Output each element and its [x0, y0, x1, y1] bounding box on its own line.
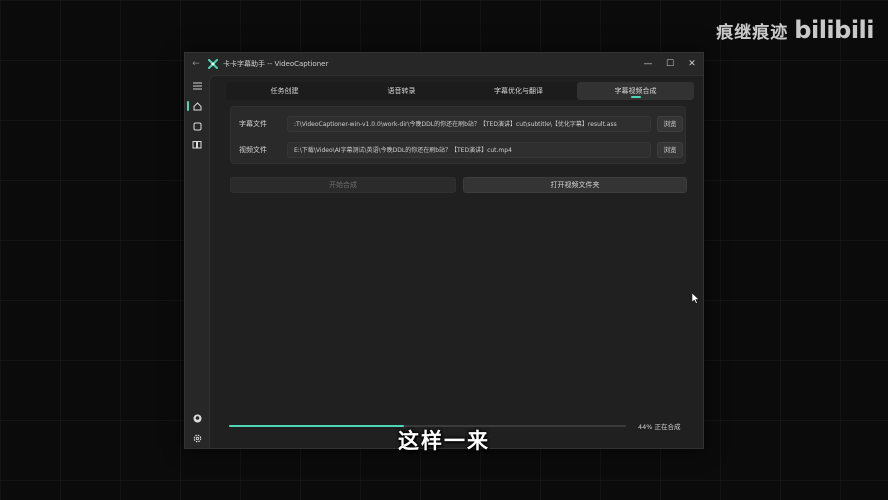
- tab-bar: 任务创建 语音转录 字幕优化与翻译 字幕视频合成: [226, 82, 694, 100]
- tab-transcription[interactable]: 语音转录: [343, 82, 460, 100]
- tab-video-synthesis[interactable]: 字幕视频合成: [577, 82, 694, 100]
- title-bar: ← 卡卡字幕助手 -- VideoCaptioner — ☐ ✕: [185, 53, 703, 75]
- app-window: ← 卡卡字幕助手 -- VideoCaptioner — ☐ ✕ 任务创建 语音…: [184, 52, 704, 449]
- subtitle-file-input[interactable]: :T\VideoCaptioner-win-v1.0.0\work-dir\今晚…: [287, 116, 651, 132]
- video-file-input[interactable]: E:\下载\Video\AI字幕测试\英语\今晚DDL的你还在刷b站？【TED演…: [287, 142, 651, 158]
- back-arrow-icon[interactable]: ←: [185, 59, 207, 69]
- start-synthesis-button[interactable]: 开始合成: [230, 177, 456, 193]
- github-icon: [193, 414, 201, 422]
- sidebar-item-docs[interactable]: [185, 135, 209, 153]
- video-browse-button[interactable]: 浏览: [657, 142, 683, 158]
- main-content: 任务创建 语音转录 字幕优化与翻译 字幕视频合成 字幕文件 :T\VideoCa…: [209, 75, 703, 448]
- video-file-row: 视频文件 E:\下载\Video\AI字幕测试\英语\今晚DDL的你还在刷b站？…: [231, 141, 685, 159]
- mouse-cursor-icon: [692, 293, 700, 304]
- book-icon: [192, 140, 202, 148]
- sidebar-item-home[interactable]: [185, 97, 209, 115]
- active-indicator: [187, 101, 189, 111]
- square-icon: [193, 122, 201, 130]
- tab-task-create[interactable]: 任务创建: [226, 82, 343, 100]
- maximize-button[interactable]: ☐: [659, 59, 681, 69]
- tab-subtitle-optimize[interactable]: 字幕优化与翻译: [460, 82, 577, 100]
- subtitle-file-label: 字幕文件: [239, 120, 267, 128]
- close-button[interactable]: ✕: [681, 59, 703, 69]
- bilibili-watermark: 痕继痕迹 bilibili: [716, 16, 874, 44]
- open-video-folder-button[interactable]: 打开视频文件夹: [463, 177, 687, 193]
- sidebar-item-tasks[interactable]: [185, 117, 209, 135]
- menu-icon[interactable]: [185, 77, 209, 95]
- watermark-text: 痕继痕迹: [716, 22, 789, 43]
- sidebar: [185, 75, 209, 448]
- file-selection-card: 字幕文件 :T\VideoCaptioner-win-v1.0.0\work-d…: [230, 106, 686, 164]
- home-icon: [193, 101, 201, 110]
- window-title: 卡卡字幕助手 -- VideoCaptioner: [223, 60, 329, 68]
- video-file-label: 视频文件: [239, 146, 267, 154]
- app-logo-icon: [207, 58, 219, 70]
- video-subtitle-caption: 这样一来: [398, 429, 490, 453]
- subtitle-file-row: 字幕文件 :T\VideoCaptioner-win-v1.0.0\work-d…: [231, 115, 685, 133]
- bilibili-logo: bilibili: [794, 16, 874, 44]
- minimize-button[interactable]: —: [637, 59, 659, 69]
- subtitle-browse-button[interactable]: 浏览: [657, 116, 683, 132]
